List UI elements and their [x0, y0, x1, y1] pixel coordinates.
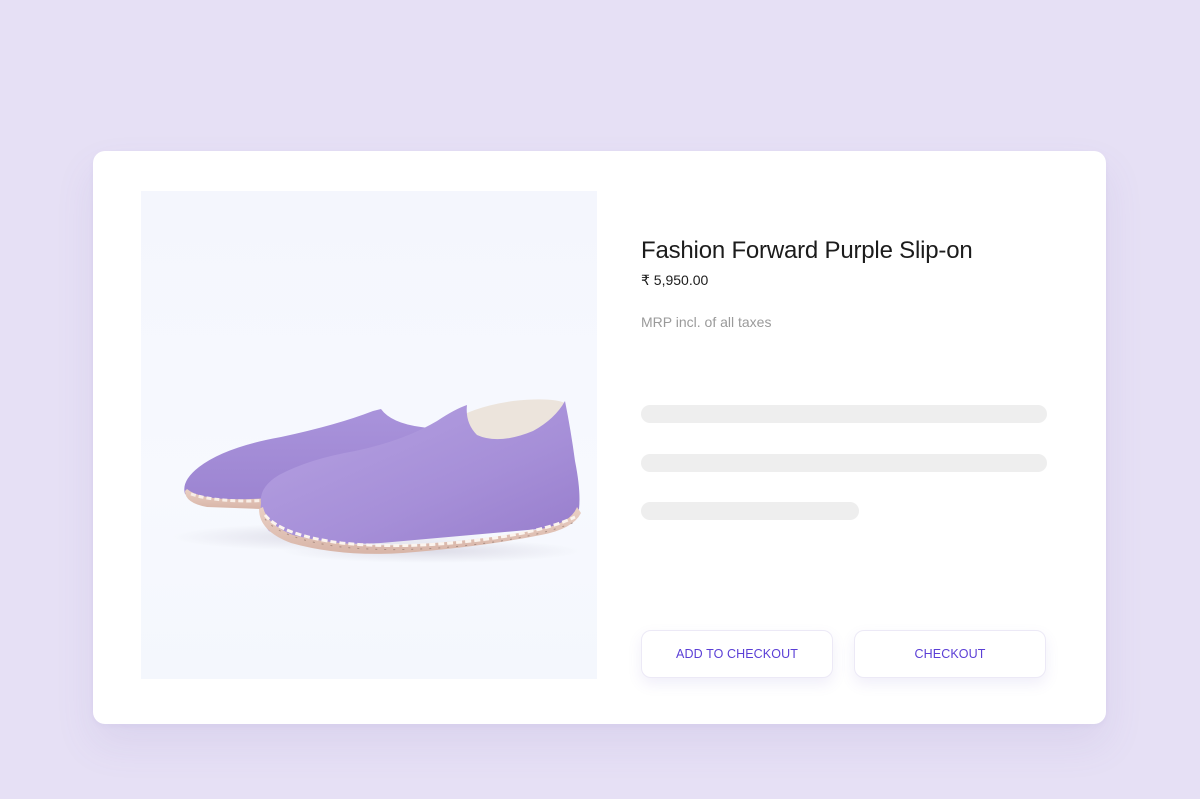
description-placeholder-line — [641, 502, 859, 520]
description-placeholder-line — [641, 405, 1047, 423]
shoe-illustration — [171, 399, 581, 563]
description-placeholder-line — [641, 454, 1047, 472]
product-title: Fashion Forward Purple Slip-on — [641, 237, 973, 264]
product-image — [141, 191, 597, 679]
add-to-checkout-button[interactable]: ADD TO CHECKOUT — [641, 630, 833, 678]
product-price: ₹ 5,950.00 — [641, 272, 709, 288]
front-shoe — [259, 399, 581, 554]
product-card: Fashion Forward Purple Slip-on ₹ 5,950.0… — [93, 151, 1106, 724]
tax-note: MRP incl. of all taxes — [641, 314, 772, 330]
checkout-button[interactable]: CHECKOUT — [854, 630, 1046, 678]
